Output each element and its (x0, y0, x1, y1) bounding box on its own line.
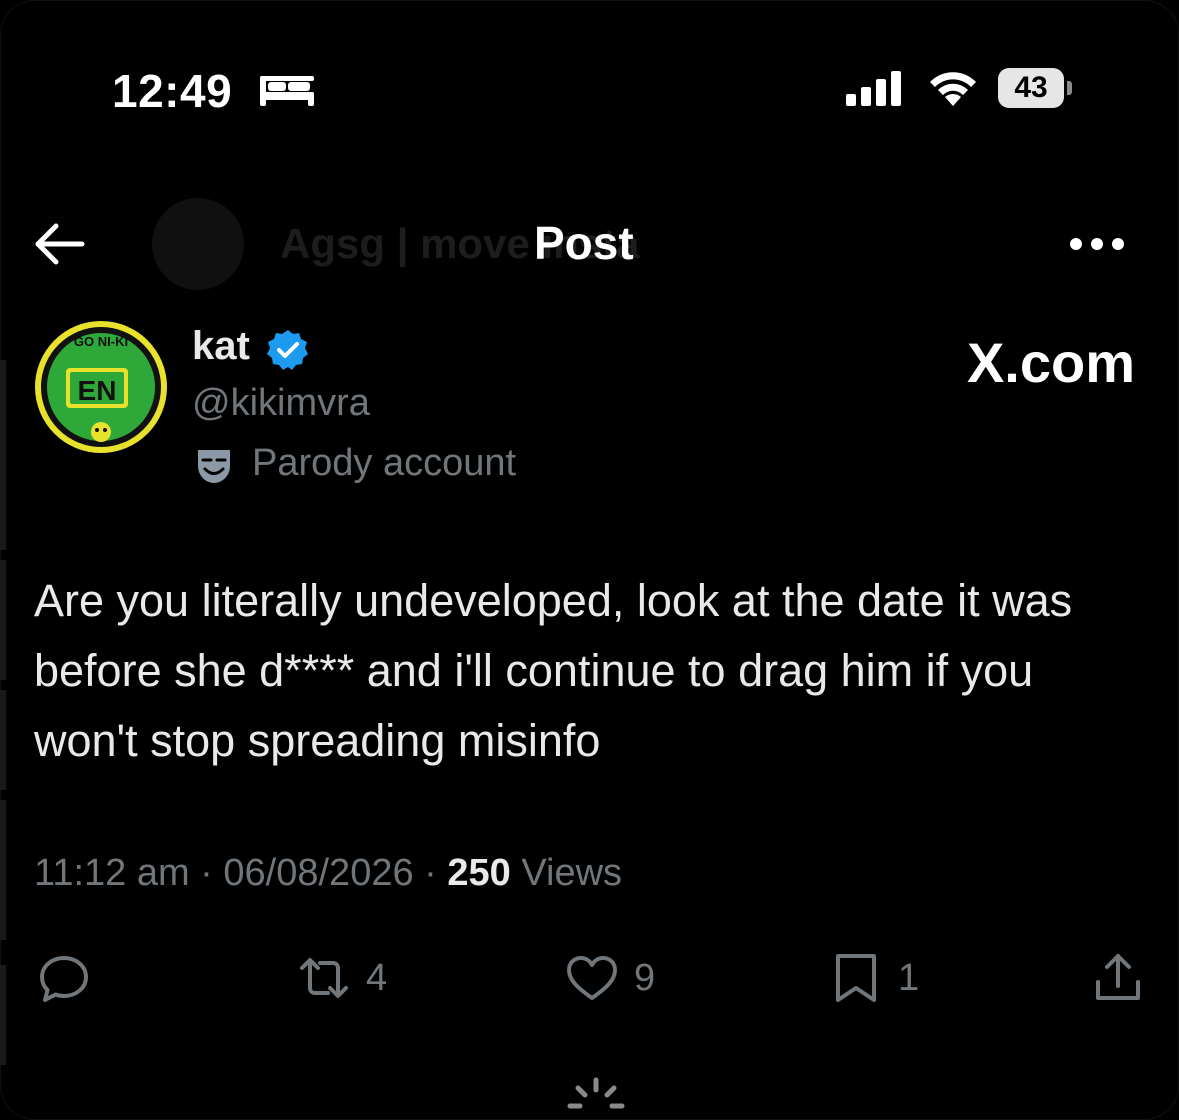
bookmark-count: 1 (898, 956, 920, 999)
bookmark-button[interactable]: 1 (828, 948, 919, 1008)
meta-separator: · (189, 852, 224, 894)
battery-tip (1067, 81, 1072, 95)
background-edge (0, 800, 6, 940)
site-watermark: X.com (966, 331, 1135, 394)
meta-separator: · (413, 852, 448, 894)
theater-mask-icon (198, 450, 230, 483)
status-time: 12:49 (112, 65, 233, 117)
avatar-center-text: EN (78, 375, 117, 406)
like-button[interactable]: 9 (564, 948, 655, 1008)
bed-icon (260, 76, 314, 106)
views-label[interactable]: Views (521, 852, 622, 894)
author-avatar[interactable]: EN GO NI-KI (34, 320, 168, 454)
like-count: 9 (634, 956, 656, 999)
page-title: Post (534, 217, 634, 269)
parody-account-label: Parody account (252, 442, 517, 484)
heart-icon (567, 956, 617, 1000)
share-icon (1096, 954, 1140, 1000)
author-handle[interactable]: @kikimvra (192, 382, 370, 425)
post-text: Are you literally undeveloped, look at t… (34, 575, 1073, 766)
post-metadata: 11:12 am · 06/08/2026 · 250 Views (34, 852, 622, 895)
verified-badge-icon (267, 330, 308, 370)
loading-spinner-icon (567, 1077, 625, 1109)
cellular-signal-icon (846, 71, 901, 106)
background-edge (0, 965, 6, 1065)
repost-count: 4 (366, 956, 388, 999)
wifi-icon (930, 72, 976, 106)
post-screen: 12:49 43 Agsg | move insta Post EN GO NI… (0, 0, 1179, 1120)
battery-indicator: 43 (998, 68, 1072, 108)
post-date: 06/08/2026 (223, 852, 414, 894)
battery-level: 43 (998, 68, 1064, 108)
repost-button[interactable]: 4 (296, 948, 387, 1008)
post-time: 11:12 am (34, 852, 190, 894)
bookmark-icon (836, 954, 876, 1002)
share-button[interactable] (1090, 948, 1146, 1008)
more-options-icon[interactable] (1066, 222, 1128, 266)
reply-icon (40, 956, 88, 1002)
repost-icon (300, 958, 348, 998)
background-edge (0, 360, 6, 550)
avatar-top-text: GO NI-KI (74, 334, 128, 349)
background-edge (0, 560, 6, 680)
reply-button[interactable] (36, 948, 92, 1008)
faded-profile-avatar (152, 198, 244, 290)
author-display-name[interactable]: kat (192, 324, 250, 369)
back-arrow-icon[interactable] (34, 222, 86, 266)
views-count[interactable]: 250 (447, 852, 510, 894)
background-edge (0, 690, 6, 790)
